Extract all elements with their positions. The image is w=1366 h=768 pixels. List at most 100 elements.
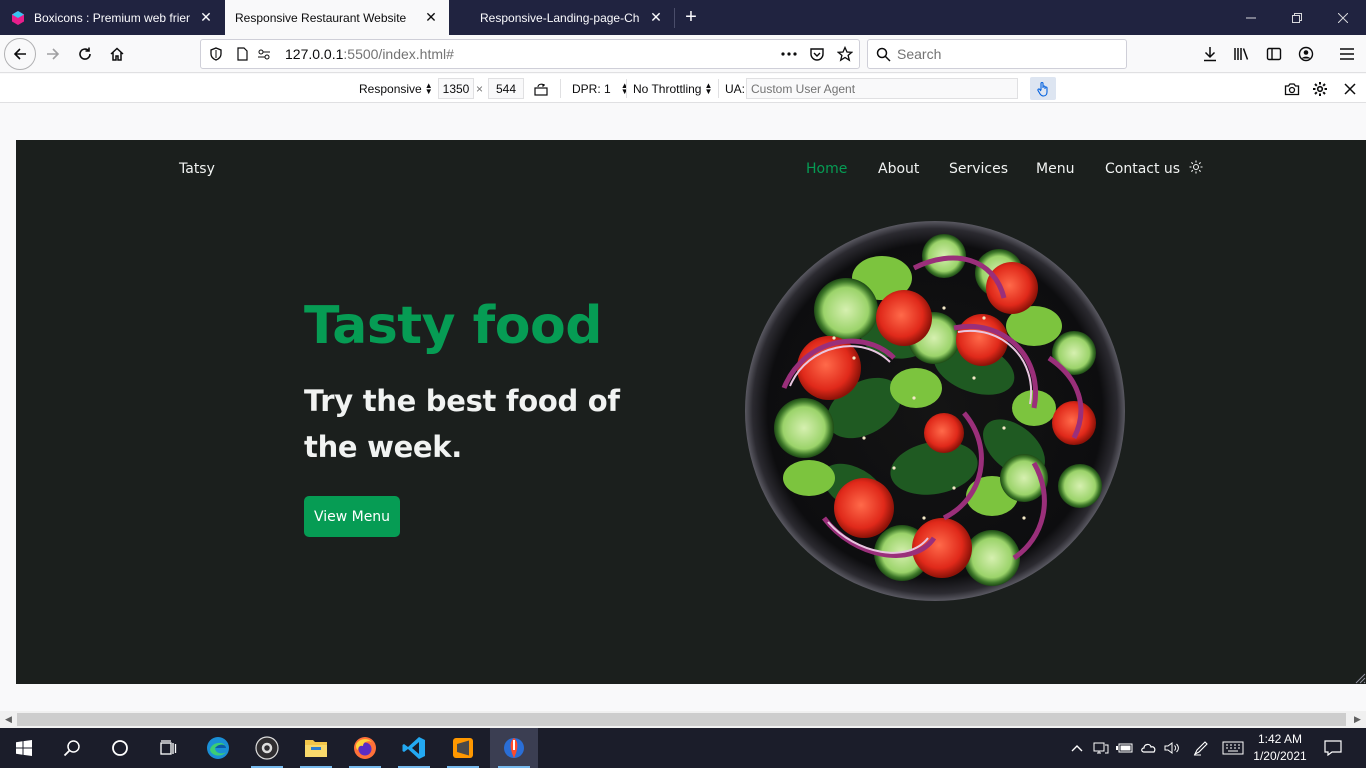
url-text[interactable]: 127.0.0.1:5500/index.html#: [285, 46, 775, 62]
permissions-icon[interactable]: [253, 43, 275, 65]
start-icon[interactable]: [0, 728, 48, 768]
touch-hand-icon: [1037, 81, 1048, 97]
system-clock[interactable]: 1:42 AM 1/20/2021: [1250, 731, 1310, 765]
rotate-viewport-button[interactable]: [534, 74, 548, 103]
scroll-left-icon[interactable]: ◀: [0, 711, 17, 728]
nav-link-services[interactable]: Services: [949, 161, 1008, 177]
restore-button[interactable]: [1274, 0, 1320, 35]
close-window-button[interactable]: [1320, 0, 1366, 35]
sublime-text-icon[interactable]: [439, 728, 487, 768]
task-view-icon[interactable]: [144, 728, 192, 768]
search-bar[interactable]: [867, 39, 1127, 69]
dimension-separator: ×: [476, 81, 484, 96]
forward-arrow-icon: [47, 48, 60, 60]
dropdown-arrows-icon: ▲ ▼: [704, 80, 713, 96]
responsive-design-toolbar: Responsive ▲ ▼ 1350 × 544 DPR: 1 ▲ ▼ No Th…: [0, 74, 1366, 103]
salad-bowl-image: [745, 221, 1125, 601]
toolbar-separator: [626, 79, 627, 98]
downloads-icon[interactable]: [1198, 42, 1222, 66]
clock-time: 1:42 AM: [1257, 732, 1303, 746]
tab-close-icon[interactable]: ✕: [198, 9, 214, 26]
page-icon[interactable]: [231, 43, 253, 65]
tab-landing-page[interactable]: Responsive-Landing-page-Chr ✕: [450, 0, 674, 35]
library-icon[interactable]: [1230, 42, 1254, 66]
dpr-selector[interactable]: DPR: 1 ▲ ▼: [572, 74, 629, 103]
settings-button[interactable]: [1312, 74, 1328, 103]
horizontal-scrollbar[interactable]: ◀ ▶: [0, 711, 1366, 728]
tab-title: Boxicons : Premium web friend: [34, 10, 190, 25]
onedrive-tray-icon[interactable]: [1138, 728, 1160, 768]
firefox-dev-icon[interactable]: [490, 728, 538, 768]
scrollbar-thumb[interactable]: [17, 713, 1346, 726]
viewport-width-input[interactable]: 1350: [438, 78, 474, 99]
throttling-selector[interactable]: No Throttling ▲ ▼: [633, 74, 712, 103]
scroll-right-icon[interactable]: ▶: [1349, 711, 1366, 728]
reload-icon: [79, 47, 91, 60]
nav-link-about[interactable]: About: [878, 161, 919, 177]
battery-tray-icon[interactable]: [1114, 728, 1136, 768]
notifications-icon[interactable]: [1320, 728, 1346, 768]
search-icon[interactable]: [48, 728, 96, 768]
theme-toggle-sun-icon[interactable]: [1189, 160, 1203, 174]
touch-simulation-button[interactable]: [1030, 77, 1056, 100]
windows-taskbar: 1:42 AM 1/20/2021: [0, 728, 1366, 768]
hero-subtitle: Try the best food of the week.: [304, 384, 620, 464]
cortana-icon[interactable]: [96, 728, 144, 768]
close-rdm-button[interactable]: [1344, 74, 1356, 103]
tab-close-icon[interactable]: ✕: [423, 9, 439, 26]
show-hidden-icons-icon[interactable]: [1068, 728, 1086, 768]
hero-title: Tasty food: [304, 296, 602, 356]
nav-link-contact[interactable]: Contact us: [1105, 161, 1180, 177]
search-icon: [876, 47, 891, 62]
tab-close-icon[interactable]: ✕: [648, 9, 664, 26]
back-button[interactable]: [4, 38, 36, 70]
nav-link-home[interactable]: Home: [806, 161, 847, 177]
close-icon: [1344, 82, 1356, 95]
home-icon: [110, 47, 124, 61]
tracking-protection-shield-icon[interactable]: [205, 43, 227, 65]
home-button[interactable]: [101, 38, 133, 70]
account-icon[interactable]: [1294, 42, 1318, 66]
gear-icon: [1313, 81, 1327, 96]
obs-icon[interactable]: [243, 728, 291, 768]
network-tray-icon[interactable]: [1090, 728, 1112, 768]
url-path: :5500/index.html#: [343, 46, 454, 62]
sidebar-icon[interactable]: [1262, 42, 1286, 66]
minimize-button[interactable]: [1228, 0, 1274, 35]
back-arrow-icon: [13, 48, 26, 60]
edge-icon[interactable]: [194, 728, 242, 768]
bookmark-star-icon[interactable]: [831, 43, 859, 65]
nav-link-menu[interactable]: Menu: [1036, 161, 1074, 177]
rotate-icon: [534, 83, 548, 96]
tab-strip: Boxicons : Premium web friend ✕ Responsi…: [0, 0, 1366, 35]
file-explorer-icon[interactable]: [292, 728, 340, 768]
tab-responsive-restaurant[interactable]: Responsive Restaurant Website ✕: [225, 0, 449, 35]
url-bar[interactable]: 127.0.0.1:5500/index.html#: [200, 39, 860, 69]
user-agent-input[interactable]: Custom User Agent: [746, 78, 1018, 99]
reload-button[interactable]: [69, 38, 101, 70]
firefox-icon[interactable]: [341, 728, 389, 768]
vscode-icon[interactable]: [390, 728, 438, 768]
viewport-height-input[interactable]: 544: [488, 78, 524, 99]
pocket-icon[interactable]: [803, 43, 831, 65]
tab-boxicons[interactable]: Boxicons : Premium web friend ✕: [0, 0, 224, 35]
volume-tray-icon[interactable]: [1162, 728, 1184, 768]
dpr-label: DPR: 1: [572, 81, 611, 96]
ua-label: UA:: [725, 81, 746, 96]
boxicons-favicon-icon: [10, 10, 26, 26]
viewport-resize-handle-icon[interactable]: [1352, 670, 1366, 684]
site-logo[interactable]: Tatsy: [179, 161, 215, 177]
menu-hamburger-icon[interactable]: [1335, 42, 1359, 66]
navigation-toolbar: 127.0.0.1:5500/index.html#: [0, 35, 1366, 73]
new-tab-button[interactable]: +: [680, 0, 702, 35]
tab-title: Responsive Restaurant Website: [235, 10, 407, 25]
screenshot-button[interactable]: [1284, 74, 1300, 103]
forward-button[interactable]: [37, 38, 69, 70]
pen-workspace-tray-icon[interactable]: [1190, 728, 1212, 768]
camera-icon: [1284, 82, 1300, 95]
touch-keyboard-tray-icon[interactable]: [1220, 728, 1246, 768]
view-menu-button[interactable]: View Menu: [304, 496, 400, 537]
device-selector[interactable]: Responsive ▲ ▼: [359, 74, 433, 103]
page-actions-icon[interactable]: [775, 43, 803, 65]
search-input[interactable]: [897, 46, 1107, 62]
